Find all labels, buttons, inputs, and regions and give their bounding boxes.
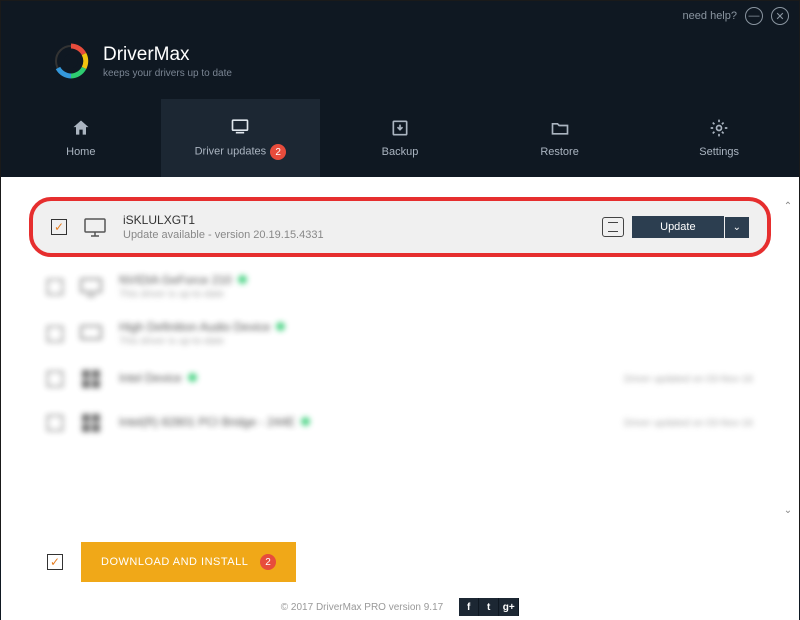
folder-icon: [550, 118, 570, 138]
driver-row[interactable]: Intel(R) 82801 PCI Bridge - 244E Driver …: [29, 401, 771, 445]
minimize-button[interactable]: —: [745, 7, 763, 25]
driver-row-highlighted[interactable]: ✓ iSKLULXGT1 Update available - version …: [29, 197, 771, 257]
monitor-icon: [83, 215, 107, 239]
driver-status: Update available - version 20.19.15.4331: [123, 229, 602, 241]
checkbox[interactable]: [47, 415, 63, 431]
update-control: Update ⌄: [602, 216, 749, 238]
windows-icon: [79, 367, 103, 391]
driver-row[interactable]: High Definition Audio DeviceThis driver …: [29, 310, 771, 357]
update-dropdown[interactable]: ⌄: [725, 217, 749, 238]
driver-row[interactable]: NVIDIA GeForce 210This driver is up-to-d…: [29, 263, 771, 310]
driver-info: iSKLULXGT1 Update available - version 20…: [123, 213, 602, 241]
monitor-icon: [230, 116, 250, 136]
notes-icon[interactable]: [602, 217, 624, 237]
titlebar: need help? — ✕: [1, 1, 799, 31]
scrollbar[interactable]: ⌃ ⌄: [781, 199, 795, 517]
driver-row[interactable]: Intel Device Driver updated on 03-Nov-16: [29, 357, 771, 401]
app-logo-icon: [51, 41, 91, 81]
checkbox[interactable]: [47, 279, 63, 295]
copyright-text: © 2017 DriverMax PRO version 9.17: [281, 602, 443, 613]
app-title: DriverMax: [103, 44, 232, 66]
driver-name: iSKLULXGT1: [123, 213, 602, 227]
checkbox[interactable]: [47, 371, 63, 387]
facebook-icon[interactable]: f: [459, 598, 479, 616]
checkbox[interactable]: [47, 326, 63, 342]
tab-settings-label: Settings: [699, 146, 739, 158]
monitor-icon: [79, 275, 103, 299]
scroll-up-icon[interactable]: ⌃: [781, 199, 795, 213]
windows-icon: [79, 411, 103, 435]
home-icon: [71, 118, 91, 138]
app-subtitle: keeps your drivers up to date: [103, 68, 232, 79]
twitter-icon[interactable]: t: [479, 598, 499, 616]
gear-icon: [709, 118, 729, 138]
backup-icon: [390, 118, 410, 138]
tab-restore[interactable]: Restore: [480, 99, 640, 177]
main-tabs: Home Driver updates2 Backup Restore Sett…: [1, 99, 799, 177]
gplus-icon[interactable]: g+: [499, 598, 519, 616]
tab-home[interactable]: Home: [1, 99, 161, 177]
bottom-bar: ✓ DOWNLOAD AND INSTALL 2: [1, 529, 799, 594]
tab-home-label: Home: [66, 146, 95, 158]
tab-restore-label: Restore: [540, 146, 579, 158]
download-install-button[interactable]: DOWNLOAD AND INSTALL 2: [81, 542, 296, 582]
tab-settings[interactable]: Settings: [639, 99, 799, 177]
tab-updates-label: Driver updates2: [195, 144, 287, 160]
driver-list: ✓ iSKLULXGT1 Update available - version …: [1, 177, 799, 529]
brand-text: DriverMax keeps your drivers up to date: [103, 44, 232, 79]
checkbox[interactable]: ✓: [51, 219, 67, 235]
update-button[interactable]: Update: [632, 216, 723, 238]
help-link[interactable]: need help?: [683, 10, 737, 22]
close-button[interactable]: ✕: [771, 7, 789, 25]
tab-backup[interactable]: Backup: [320, 99, 480, 177]
download-badge: 2: [260, 554, 276, 570]
audio-icon: [79, 322, 103, 346]
download-label: DOWNLOAD AND INSTALL: [101, 556, 248, 568]
select-all-checkbox[interactable]: ✓: [47, 554, 63, 570]
header: DriverMax keeps your drivers up to date: [1, 31, 799, 99]
tab-backup-label: Backup: [382, 146, 419, 158]
tab-driver-updates[interactable]: Driver updates2: [161, 99, 321, 177]
updates-badge: 2: [270, 144, 286, 160]
scroll-down-icon[interactable]: ⌄: [781, 503, 795, 517]
social-links: f t g+: [459, 598, 519, 616]
footer: © 2017 DriverMax PRO version 9.17 f t g+: [1, 594, 799, 620]
